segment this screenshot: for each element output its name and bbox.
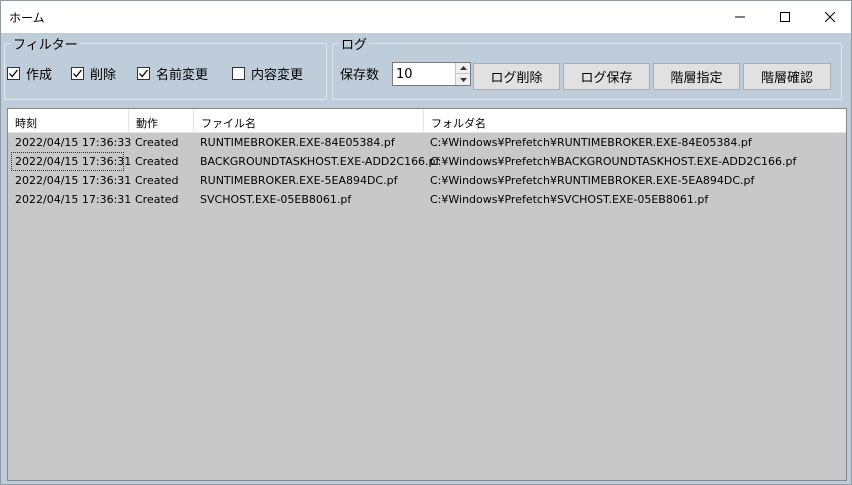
cell-filename: RUNTIMEBROKER.EXE-84E05384.pf — [200, 136, 395, 149]
cell-filename: BACKGROUNDTASKHOST.EXE-ADD2C166.pf — [200, 155, 440, 168]
filter-create-label: 作成 — [26, 68, 53, 83]
cell-time: 2022/04/15 17:36:31 — [15, 193, 132, 206]
table-row[interactable]: 2022/04/15 17:36:31 Created RUNTIMEBROKE… — [8, 171, 846, 190]
minimize-icon — [735, 16, 745, 18]
checkbox-box[interactable] — [232, 67, 245, 80]
maximize-button[interactable] — [762, 1, 808, 33]
cell-folder: C:¥Windows¥Prefetch¥SVCHOST.EXE-05EB8061… — [430, 193, 709, 206]
filter-group-title: フィルター — [11, 34, 80, 53]
column-header-folder[interactable]: フォルダ名 — [424, 109, 846, 133]
check-icon — [73, 69, 83, 78]
cell-action: Created — [135, 174, 179, 187]
cell-time: 2022/04/15 17:36:33 — [15, 136, 132, 149]
close-icon — [825, 12, 835, 22]
filter-modify-checkbox[interactable]: 内容変更 — [232, 64, 303, 83]
filter-create-checkbox[interactable]: 作成 — [7, 64, 52, 83]
cell-folder: C:¥Windows¥Prefetch¥BACKGROUNDTASKHOST.E… — [430, 155, 797, 168]
minimize-button[interactable] — [717, 1, 763, 33]
log-group-title: ログ — [339, 34, 370, 53]
spinner-down-button[interactable] — [456, 74, 470, 85]
arrow-down-icon — [459, 77, 467, 82]
save-log-button[interactable]: ログ保存 — [563, 63, 650, 90]
cell-time: 2022/04/15 17:36:31 — [15, 155, 132, 168]
cell-time: 2022/04/15 17:36:31 — [15, 174, 132, 187]
table-row[interactable]: 2022/04/15 17:36:33 Created RUNTIMEBROKE… — [8, 133, 846, 152]
filter-rename-label: 名前変更 — [156, 68, 209, 83]
title-bar[interactable]: ホーム — [1, 1, 851, 33]
cell-action: Created — [135, 155, 179, 168]
cell-action: Created — [135, 136, 179, 149]
checkbox-box[interactable] — [7, 67, 20, 80]
delete-log-button[interactable]: ログ削除 — [473, 63, 560, 90]
column-header-action[interactable]: 動作 — [129, 109, 194, 133]
checkbox-box[interactable] — [137, 67, 150, 80]
table-row[interactable]: 2022/04/15 17:36:31 Created BACKGROUNDTA… — [8, 152, 846, 171]
arrow-up-icon — [459, 66, 467, 70]
keep-count-spinner[interactable]: 10 — [392, 62, 471, 86]
cell-filename: RUNTIMEBROKER.EXE-5EA894DC.pf — [200, 174, 398, 187]
filter-delete-checkbox[interactable]: 削除 — [71, 64, 116, 83]
spinner-arrows — [455, 63, 470, 85]
maximize-icon — [780, 12, 790, 22]
check-hierarchy-button[interactable]: 階層確認 — [743, 63, 831, 90]
keep-count-value[interactable]: 10 — [396, 67, 413, 82]
filter-delete-label: 削除 — [90, 68, 117, 83]
column-header-filename[interactable]: ファイル名 — [194, 109, 424, 133]
cell-folder: C:¥Windows¥Prefetch¥RUNTIMEBROKER.EXE-84… — [430, 136, 752, 149]
set-hierarchy-button[interactable]: 階層指定 — [653, 63, 740, 90]
check-icon — [9, 69, 19, 78]
window-title: ホーム — [9, 11, 45, 25]
keep-count-label: 保存数 — [340, 68, 380, 83]
filter-modify-label: 内容変更 — [251, 68, 304, 83]
check-icon — [139, 69, 149, 78]
cell-folder: C:¥Windows¥Prefetch¥RUNTIMEBROKER.EXE-5E… — [430, 174, 755, 187]
event-list[interactable]: 時刻 動作 ファイル名 フォルダ名 2022/04/15 17:36:33 Cr… — [7, 108, 847, 481]
main-window: ホーム フィルター 作成 削除 名前変更 内容変更 ログ 保存数 10 ログ削除… — [0, 0, 852, 485]
spinner-up-button[interactable] — [456, 63, 470, 74]
column-header-time[interactable]: 時刻 — [8, 109, 129, 133]
list-header: 時刻 動作 ファイル名 フォルダ名 — [8, 109, 846, 133]
cell-filename: SVCHOST.EXE-05EB8061.pf — [200, 193, 352, 206]
close-button[interactable] — [807, 1, 852, 33]
checkbox-box[interactable] — [71, 67, 84, 80]
cell-action: Created — [135, 193, 179, 206]
table-row[interactable]: 2022/04/15 17:36:31 Created SVCHOST.EXE-… — [8, 190, 846, 209]
filter-rename-checkbox[interactable]: 名前変更 — [137, 64, 208, 83]
